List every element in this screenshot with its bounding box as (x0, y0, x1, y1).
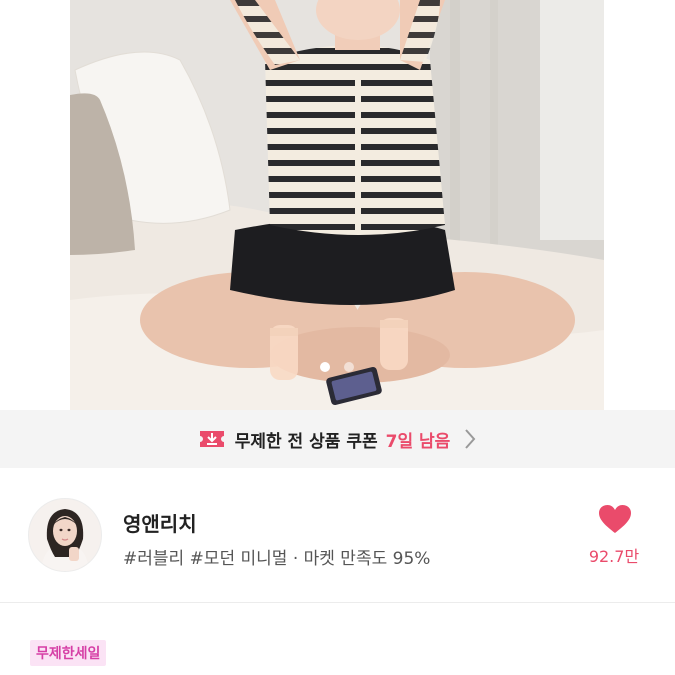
shop-avatar[interactable] (28, 498, 102, 572)
shop-name[interactable]: 영앤리치 (123, 508, 197, 537)
coupon-ticket-icon (199, 431, 224, 447)
sale-badge: 무제한세일 (30, 640, 107, 666)
coupon-text: 무제한 전 상품 쿠폰 (234, 431, 378, 452)
coupon-banner[interactable]: 무제한 전 상품 쿠폰 7일 남음 (0, 410, 675, 468)
carousel-dot-active[interactable] (320, 362, 330, 372)
heart-icon[interactable] (598, 504, 632, 534)
section-divider (0, 602, 675, 603)
carousel-indicator (70, 362, 604, 372)
product-image-carousel[interactable] (0, 0, 675, 410)
coupon-days-left: 7일 남음 (385, 431, 451, 452)
like-count: 92.7만 (588, 547, 640, 566)
shop-tags: #러블리 #모던 미니멀 · 마켓 만족도 95% (123, 549, 431, 569)
chevron-right-icon (465, 429, 476, 449)
shop-info[interactable]: 영앤리치 #러블리 #모던 미니멀 · 마켓 만족도 95% 92.7만 (0, 468, 675, 598)
carousel-dot[interactable] (344, 362, 354, 372)
product-photo[interactable] (70, 0, 604, 410)
